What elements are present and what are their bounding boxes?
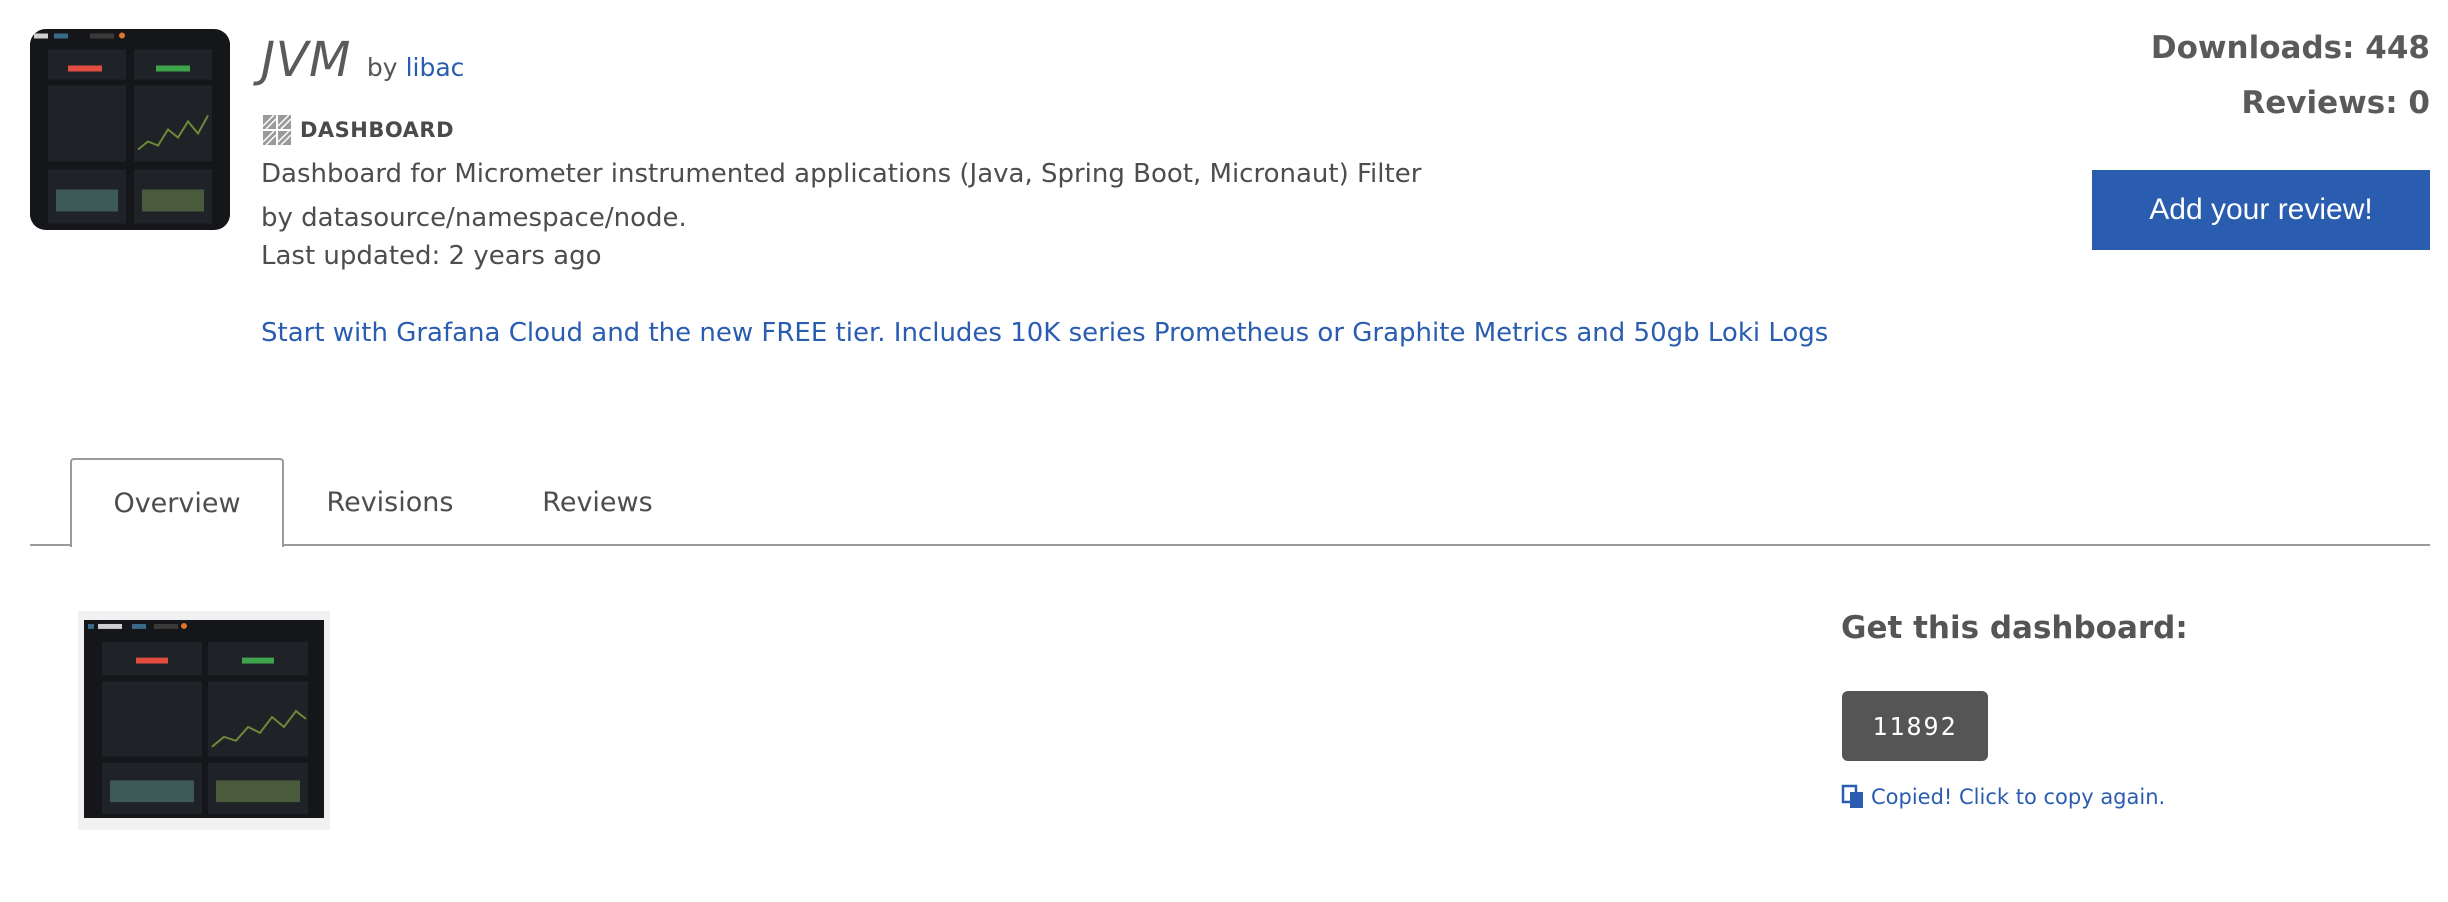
type-label: DASHBOARD <box>300 118 455 142</box>
stats-panel: Downloads: 448 Reviews: 0 <box>2151 30 2430 140</box>
tab-overview[interactable]: Overview <box>70 458 284 547</box>
grafana-cloud-promo-link[interactable]: Start with Grafana Cloud and the new FRE… <box>261 318 1828 348</box>
copy-id-link[interactable]: Copied! Click to copy again. <box>1841 784 2165 810</box>
clipboard-icon <box>1841 784 1863 808</box>
dashboard-id-box[interactable]: 11892 <box>1842 691 1988 761</box>
add-review-button[interactable]: Add your review! <box>2092 170 2430 250</box>
dashboard-preview-image <box>30 29 230 230</box>
tab-revisions[interactable]: Revisions <box>320 458 460 546</box>
tab-reviews[interactable]: Reviews <box>535 458 660 546</box>
get-dashboard-title: Get this dashboard: <box>1841 610 2188 646</box>
author-link[interactable]: libac <box>406 53 465 82</box>
overview-screenshot[interactable] <box>78 611 330 830</box>
reviews-count: Reviews: 0 <box>2241 85 2430 121</box>
type-row: DASHBOARD <box>262 114 454 146</box>
downloads-count: Downloads: 448 <box>2150 30 2430 66</box>
overview-screenshot-image <box>84 620 324 818</box>
dashboard-thumbnail[interactable] <box>30 29 230 230</box>
dashboard-description: Dashboard for Micrometer instrumented ap… <box>261 159 1422 233</box>
dashboard-grid-icon <box>262 114 292 146</box>
copied-text: Copied! Click to copy again. <box>1871 785 2166 809</box>
title-row: JVM by libac <box>261 32 464 88</box>
dashboard-title: JVM <box>261 32 351 88</box>
by-label: by <box>366 53 398 82</box>
last-updated: Last updated: 2 years ago <box>261 241 602 271</box>
